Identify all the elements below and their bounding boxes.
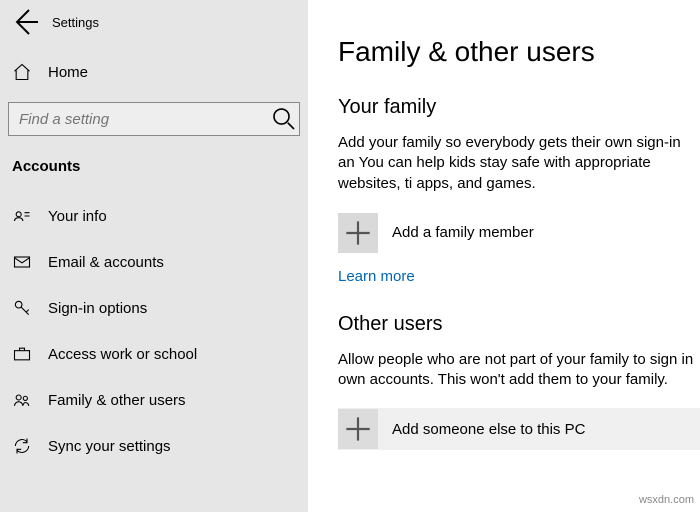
- nav-access-work-school[interactable]: Access work or school: [0, 331, 308, 377]
- nav-label: Sign-in options: [48, 300, 147, 317]
- nav-sync-settings[interactable]: Sync your settings: [0, 423, 308, 469]
- home-nav[interactable]: Home: [0, 50, 308, 94]
- nav-email-accounts[interactable]: Email & accounts: [0, 239, 308, 285]
- nav-your-info[interactable]: Your info: [0, 193, 308, 239]
- sidebar: Settings Home Accounts Your info Email &…: [0, 0, 308, 512]
- nav-label: Access work or school: [48, 346, 197, 363]
- search-box[interactable]: [8, 102, 300, 136]
- other-users-heading: Other users: [338, 313, 700, 336]
- briefcase-icon: [12, 344, 32, 364]
- topbar: Settings: [0, 0, 308, 44]
- learn-more-link[interactable]: Learn more: [338, 268, 415, 285]
- back-button[interactable]: [8, 4, 44, 40]
- nav-family-other-users[interactable]: Family & other users: [0, 377, 308, 423]
- nav-signin-options[interactable]: Sign-in options: [0, 285, 308, 331]
- add-family-member-button[interactable]: Add a family member: [338, 212, 700, 254]
- search-icon: [269, 104, 299, 134]
- watermark: wsxdn.com: [639, 494, 694, 506]
- search-input[interactable]: [9, 111, 269, 128]
- search-container: [0, 94, 308, 148]
- plus-icon: [338, 409, 378, 449]
- other-users-desc: Allow people who are not part of your fa…: [338, 350, 700, 391]
- back-arrow-icon: [8, 4, 44, 40]
- add-someone-else-label: Add someone else to this PC: [392, 421, 585, 438]
- nav-label: Family & other users: [48, 392, 186, 409]
- nav-label: Sync your settings: [48, 438, 171, 455]
- window-title: Settings: [52, 15, 99, 30]
- your-family-desc: Add your family so everybody gets their …: [338, 133, 700, 194]
- home-icon: [12, 62, 32, 82]
- people-icon: [12, 390, 32, 410]
- section-label: Accounts: [0, 148, 308, 181]
- add-someone-else-button[interactable]: Add someone else to this PC: [338, 408, 700, 450]
- add-family-member-label: Add a family member: [392, 224, 534, 241]
- home-label: Home: [48, 64, 88, 81]
- person-card-icon: [12, 206, 32, 226]
- nav-label: Your info: [48, 208, 107, 225]
- settings-window: Settings Home Accounts Your info Email &…: [0, 0, 700, 512]
- nav-label: Email & accounts: [48, 254, 164, 271]
- nav-list: Your info Email & accounts Sign-in optio…: [0, 193, 308, 469]
- key-icon: [12, 298, 32, 318]
- plus-icon: [338, 213, 378, 253]
- your-family-heading: Your family: [338, 96, 700, 119]
- sync-icon: [12, 436, 32, 456]
- page-title: Family & other users: [338, 36, 700, 68]
- mail-icon: [12, 252, 32, 272]
- content-pane: Family & other users Your family Add you…: [308, 0, 700, 512]
